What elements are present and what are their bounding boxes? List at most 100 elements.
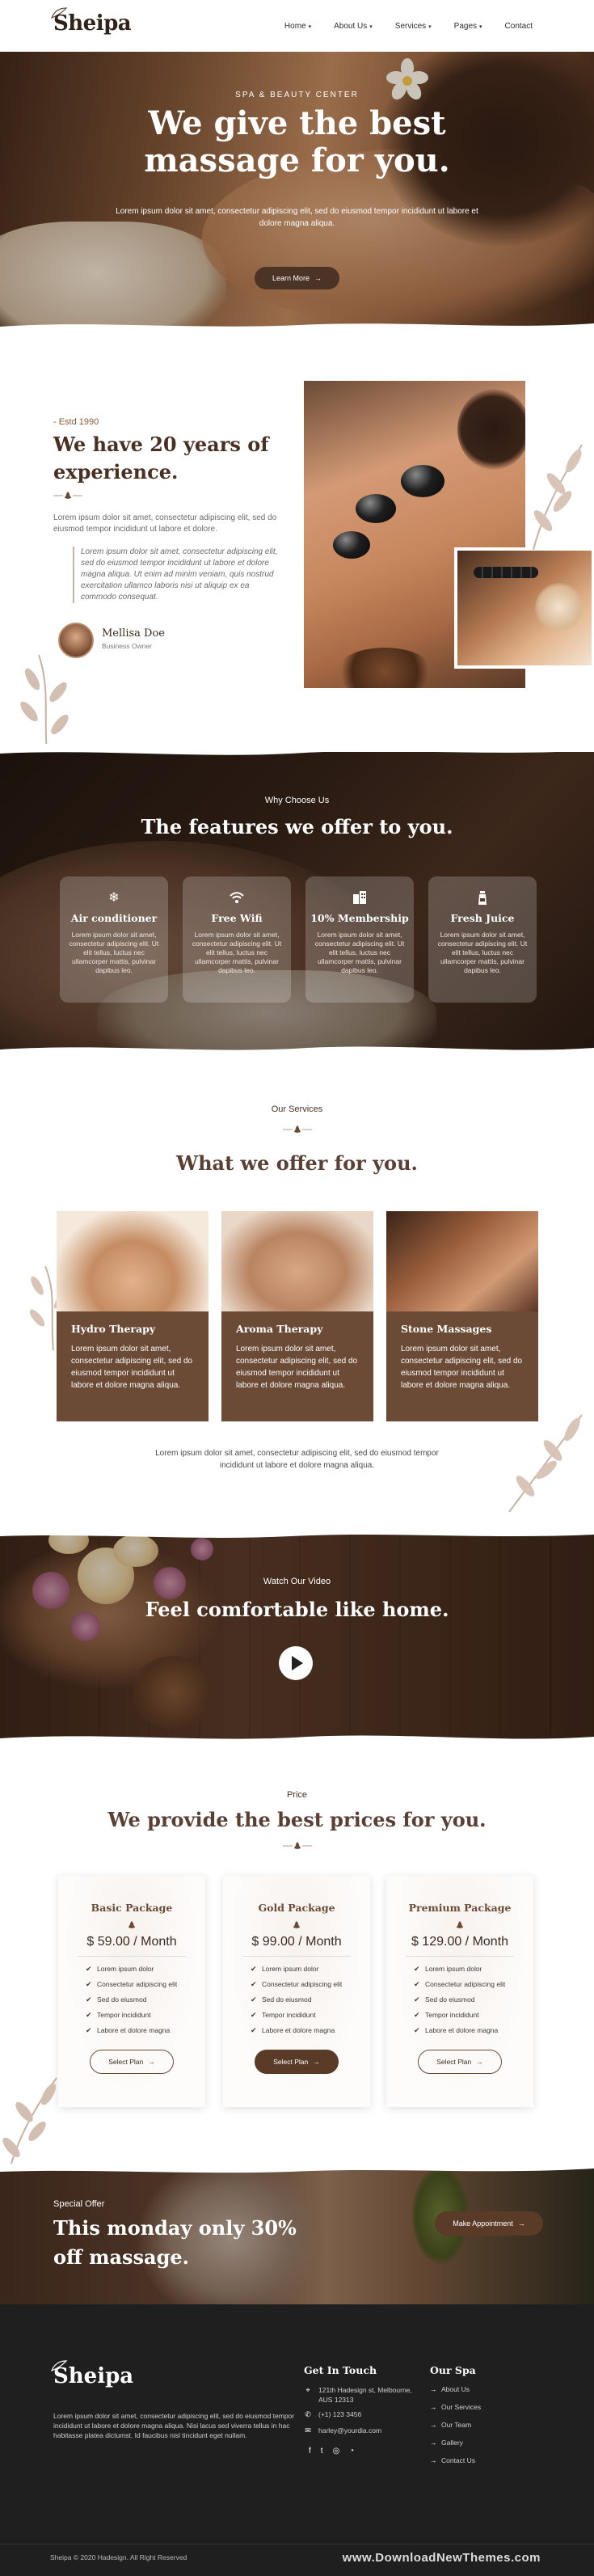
nav-item-about-us[interactable]: About Us ▾	[334, 22, 373, 31]
hero-eyebrow: SPA & BEAUTY CENTER	[235, 91, 359, 99]
plan-feature: ✔ Consectetur adipiscing elit	[251, 1977, 370, 1992]
plan-card-basic: Basic Package $ 59.00 / Month ✔ Lorem ips…	[58, 1876, 205, 2107]
services-eyebrow: Our Services	[271, 1104, 323, 1114]
arrow-right-icon: →	[430, 2385, 437, 2393]
about-quote: Lorem ipsum dolor sit amet, consectetur …	[73, 547, 279, 603]
stone-back-massage-image	[454, 547, 594, 669]
check-icon: ✔	[251, 1965, 257, 1973]
arrow-right-icon: →	[430, 2403, 437, 2411]
plan-feature: ✔ Consectetur adipiscing elit	[86, 1977, 205, 1992]
select-plan-button[interactable]: Select Plan →	[418, 2050, 502, 2074]
offer-top-wave	[0, 2164, 594, 2173]
video-overlay	[0, 1535, 594, 1740]
facebook-icon[interactable]: f	[309, 2447, 311, 2456]
footer-copyright: Sheipa © 2020 Hadesign. All Right Reserv…	[50, 2553, 187, 2561]
features-top-wave	[0, 744, 594, 755]
footer-contact-title: Get In Touch	[304, 2364, 377, 2376]
feature-card-air-conditioner: ❄ Air conditioner Lorem ipsum dolor sit …	[60, 876, 168, 1003]
pricing-title: We provide the best prices for you.	[107, 1808, 487, 1831]
check-icon: ✔	[414, 1995, 420, 2004]
plan-feature: ✔ Sed do eiusmod	[251, 1992, 370, 2008]
footer-link-contact-us[interactable]: → Contact Us	[430, 2456, 475, 2464]
plan-feature: ✔ Tempor incididunt	[414, 2008, 533, 2023]
check-icon: ✔	[414, 2026, 420, 2034]
special-offer-section: Special Offer This monday only 30% off m…	[0, 2167, 594, 2304]
play-video-button[interactable]	[279, 1646, 313, 1680]
footer-phone[interactable]: ✆ (+1) 123 3456	[304, 2409, 361, 2419]
decorative-branch-icon	[20, 654, 69, 752]
service-card-aroma-therapy[interactable]: Aroma Therapy Lorem ipsum dolor sit amet…	[221, 1211, 373, 1421]
arrow-right-icon: →	[148, 2058, 155, 2066]
plan-feature: ✔ Lorem ipsum dolor	[414, 1962, 533, 1977]
whatsapp-icon[interactable]: ◔	[349, 2447, 354, 2456]
arrow-right-icon: →	[430, 2421, 437, 2429]
social-links: f t ◎ ◔	[309, 2447, 354, 2456]
footer-links-title: Our Spa	[430, 2364, 476, 2376]
plan-price: $ 129.00 / Month	[411, 1935, 509, 1949]
decorative-branch-icon	[2, 2077, 57, 2175]
plan-card-premium: Premium Package $ 129.00 / Month ✔ Lorem …	[386, 1876, 533, 2107]
services-note: Lorem ipsum dolor sit amet, consectetur …	[155, 1449, 439, 1470]
video-eyebrow: Watch Our Video	[263, 1577, 331, 1586]
arrow-right-icon: →	[476, 2058, 483, 2066]
plan-feature: ✔ Lorem ipsum dolor	[251, 1962, 370, 1977]
check-icon: ✔	[251, 1995, 257, 2004]
chevron-down-icon: ▾	[308, 24, 312, 30]
select-plan-button[interactable]: Select Plan →	[255, 2050, 339, 2074]
nav-item-home[interactable]: Home ▾	[284, 22, 311, 31]
plan-card-gold: Gold Package $ 99.00 / Month ✔ Lorem ipsu…	[223, 1876, 370, 2107]
footer-link-about-us[interactable]: → About Us	[430, 2385, 470, 2393]
make-appointment-button[interactable]: Make Appointment →	[435, 2211, 543, 2236]
check-icon: ✔	[251, 1980, 257, 1988]
service-card-stone-massages[interactable]: Stone Massages Lorem ipsum dolor sit ame…	[386, 1211, 538, 1421]
footer-email[interactable]: ✉ harley@yourdia.com	[304, 2426, 381, 2435]
plan-feature: ✔ Tempor incididunt	[86, 2008, 205, 2023]
select-plan-button[interactable]: Select Plan →	[90, 2050, 174, 2074]
site-header: Sheipa Home ▾ About Us ▾ Services ▾ Pages ▾ …	[0, 0, 594, 52]
features-bottom-wave	[0, 1046, 594, 1058]
footer-link-gallery[interactable]: → Gallery	[430, 2439, 463, 2447]
chevron-down-icon: ▾	[428, 24, 432, 30]
check-icon: ✔	[414, 1980, 420, 1988]
hero-title: We give the best massage for you.	[144, 104, 450, 179]
footer-link-our-team[interactable]: → Our Team	[430, 2421, 471, 2429]
map-pin-icon: ⌖	[305, 2386, 310, 2394]
site-footer: Sheipa Lorem ipsum dolor sit amet, conse…	[0, 2304, 594, 2576]
check-icon: ✔	[86, 2011, 92, 2019]
check-icon: ✔	[251, 2011, 257, 2019]
video-top-wave	[0, 1528, 594, 1538]
features-section: Why Choose Us The features we offer to y…	[0, 752, 594, 1051]
nav-item-services[interactable]: Services ▾	[395, 22, 432, 31]
arrow-right-icon: →	[430, 2439, 437, 2447]
nav-item-pages[interactable]: Pages ▾	[454, 22, 482, 31]
plan-feature: ✔ Labore et dolore magna	[414, 2023, 533, 2038]
feature-card-fresh-juice: Fresh Juice Lorem ipsum dolor sit amet, …	[428, 876, 537, 1003]
pricing-eyebrow: Price	[286, 1790, 308, 1800]
arrow-right-icon: →	[517, 2219, 525, 2228]
arrow-right-icon: →	[313, 2058, 320, 2066]
watermark-text: www.DownloadNewThemes.com	[342, 2551, 541, 2565]
site-logo[interactable]: Sheipa	[53, 11, 132, 36]
footer-link-our-services[interactable]: → Our Services	[430, 2403, 481, 2411]
footer-about: Lorem ipsum dolor sit amet, consectetur …	[53, 2412, 295, 2439]
learn-more-button[interactable]: Learn More →	[255, 267, 339, 289]
plan-feature: ✔ Lorem ipsum dolor	[86, 1962, 205, 1977]
service-card-hydro-therapy[interactable]: Hydro Therapy Lorem ipsum dolor sit amet…	[57, 1211, 209, 1421]
plan-divider	[242, 1956, 351, 1957]
plan-feature: ✔ Sed do eiusmod	[414, 1992, 533, 2008]
plan-price: $ 59.00 / Month	[86, 1935, 177, 1949]
nav-item-contact[interactable]: Contact	[505, 22, 533, 31]
twitter-icon[interactable]: t	[321, 2447, 323, 2456]
wifi-icon	[183, 891, 291, 906]
offer-title: This monday only 30% off massage.	[53, 2216, 297, 2269]
hydro-therapy-image	[57, 1211, 209, 1311]
footer-logo[interactable]: Sheipa	[53, 2364, 133, 2388]
decorative-branch-icon	[508, 1414, 583, 1512]
plan-feature: ✔ Sed do eiusmod	[86, 1992, 205, 2008]
plan-feature-list: ✔ Lorem ipsum dolor ✔ Consectetur adipisci…	[251, 1962, 370, 2038]
author-name: Mellisa Doe	[102, 627, 165, 640]
instagram-icon[interactable]: ◎	[333, 2447, 340, 2456]
video-title: Feel comfortable like home.	[145, 1598, 449, 1621]
lotus-divider-icon	[128, 1921, 135, 1928]
decorative-branch-icon	[533, 444, 583, 550]
